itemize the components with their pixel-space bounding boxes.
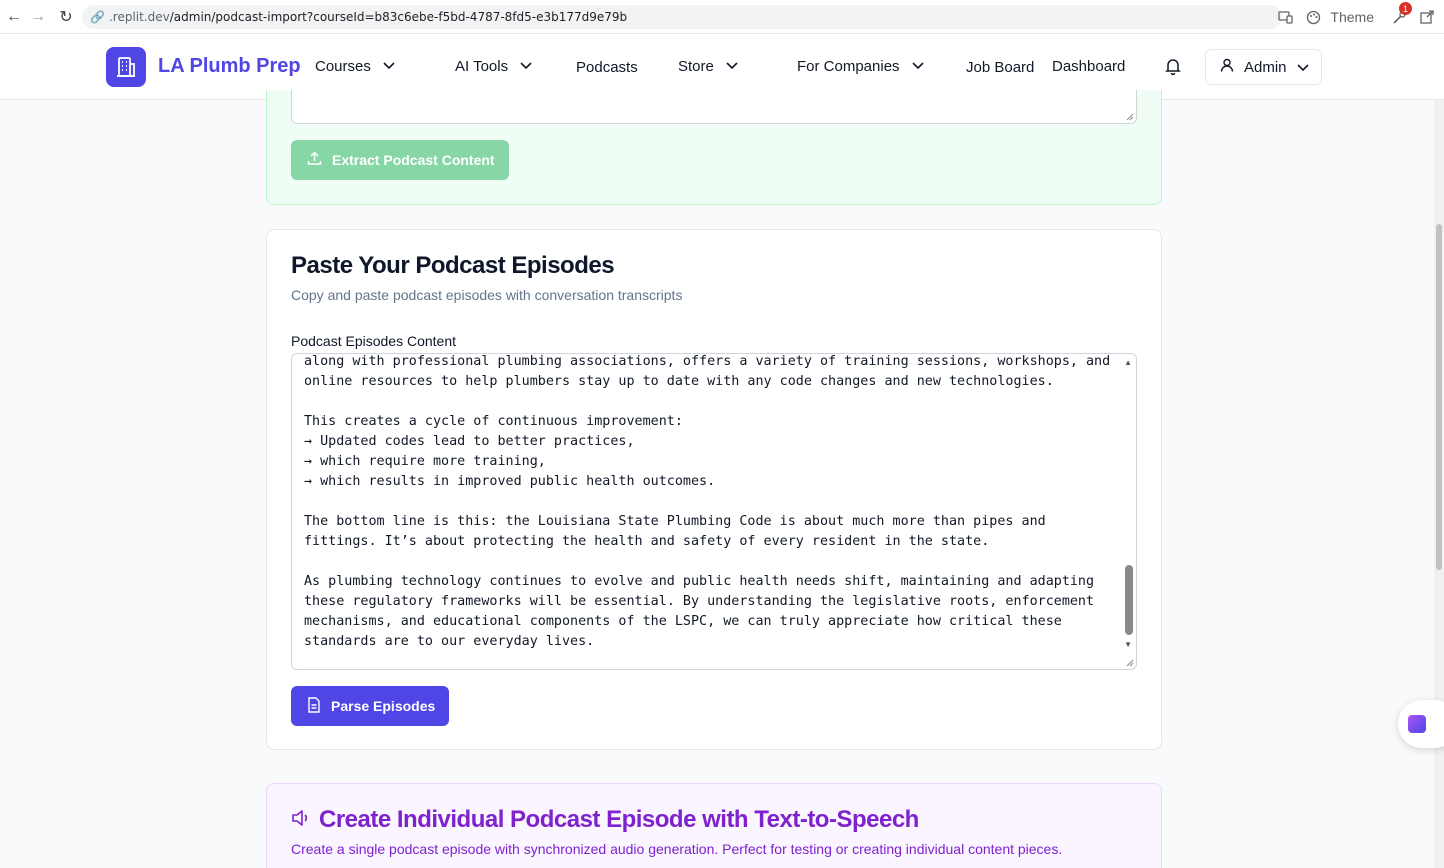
forward-icon[interactable]: → [24,3,52,31]
tts-episode-card: Create Individual Podcast Episode with T… [266,783,1162,868]
chevron-down-icon [1296,59,1309,76]
paste-episodes-card: Paste Your Podcast Episodes Copy and pas… [266,229,1162,750]
nav-courses-label: Courses [315,58,371,75]
chevron-down-icon [383,61,395,73]
tts-card-title: Create Individual Podcast Episode with T… [291,806,919,834]
resize-handle-icon[interactable] [1124,657,1134,667]
podcast-episodes-textarea[interactable]: along with professional plumbing associa… [291,353,1137,670]
chevron-down-icon [911,61,924,73]
extract-button-label: Extract Podcast Content [332,152,495,168]
nav-courses[interactable]: Courses [315,58,395,75]
speaker-icon [291,806,311,834]
devices-icon[interactable] [1274,6,1296,28]
tts-title-text: Create Individual Podcast Episode with T… [319,806,919,833]
page-scrollbar-thumb[interactable] [1436,224,1442,570]
textarea-content: along with professional plumbing associa… [304,354,1111,649]
nav-job-board[interactable]: Job Board [966,59,1034,76]
nav-for-companies-label: For Companies [797,58,900,75]
brand-name[interactable]: LA Plumb Prep [158,55,301,78]
assistant-icon [1408,715,1426,733]
theme-label[interactable]: Theme [1330,9,1374,25]
chevron-down-icon [520,61,532,73]
resize-handle-icon[interactable] [1124,111,1134,121]
upload-icon [307,151,322,169]
url-path: /admin/podcast-import?courseId=b83c6ebe-… [169,10,628,24]
document-icon [307,696,321,716]
scroll-down-icon[interactable]: ▼ [1124,640,1132,649]
nav-ai-tools-label: AI Tools [455,58,509,75]
link-icon: 🔗 [90,10,105,24]
nav-dashboard[interactable]: Dashboard [1052,58,1125,75]
browser-toolbar: ← → ↻ 🔗 .replit.dev/admin/podcast-import… [0,0,1444,34]
extract-podcast-button[interactable]: Extract Podcast Content [291,140,509,180]
page-scrollbar[interactable] [1434,100,1444,868]
chevron-down-icon [726,61,738,73]
admin-menu-button[interactable]: Admin [1205,49,1322,85]
nav-ai-tools[interactable]: AI Tools [455,58,532,75]
extract-source-textarea[interactable] [291,90,1137,124]
nav-job-board-label: Job Board [966,59,1035,76]
card-title: Paste Your Podcast Episodes [291,252,615,279]
floating-assistant-button[interactable] [1398,700,1444,748]
textarea-scrollbar[interactable]: ▲ ▼ [1120,354,1136,669]
card-subtitle: Copy and paste podcast episodes with con… [291,287,683,303]
nav-store[interactable]: Store [678,58,738,75]
parse-episodes-button[interactable]: Parse Episodes [291,686,449,726]
extract-card: Extract Podcast Content [266,90,1162,205]
scroll-up-icon[interactable]: ▲ [1124,358,1132,367]
admin-label: Admin [1244,58,1287,76]
tts-card-subtitle: Create a single podcast episode with syn… [291,841,1063,857]
building-logo-icon[interactable] [106,47,146,87]
bell-icon[interactable] [1164,57,1182,76]
field-label: Podcast Episodes Content [291,333,456,349]
nav-dashboard-label: Dashboard [1052,58,1126,75]
nav-podcasts-label: Podcasts [576,59,638,76]
url-host: .replit.dev [108,10,170,24]
tools-icon[interactable]: 1 [1388,2,1412,28]
nav-for-companies[interactable]: For Companies [797,58,924,75]
nav-store-label: Store [678,58,714,75]
reload-icon[interactable]: ↻ [52,3,80,31]
palette-icon[interactable] [1302,6,1324,28]
open-external-icon[interactable] [1416,6,1438,28]
address-bar[interactable]: 🔗 .replit.dev/admin/podcast-import?cours… [82,5,1282,29]
notification-badge: 1 [1399,2,1412,15]
scrollbar-thumb[interactable] [1125,565,1133,635]
parse-button-label: Parse Episodes [331,698,436,714]
nav-podcasts[interactable]: Podcasts [576,59,638,76]
user-icon [1220,58,1234,76]
